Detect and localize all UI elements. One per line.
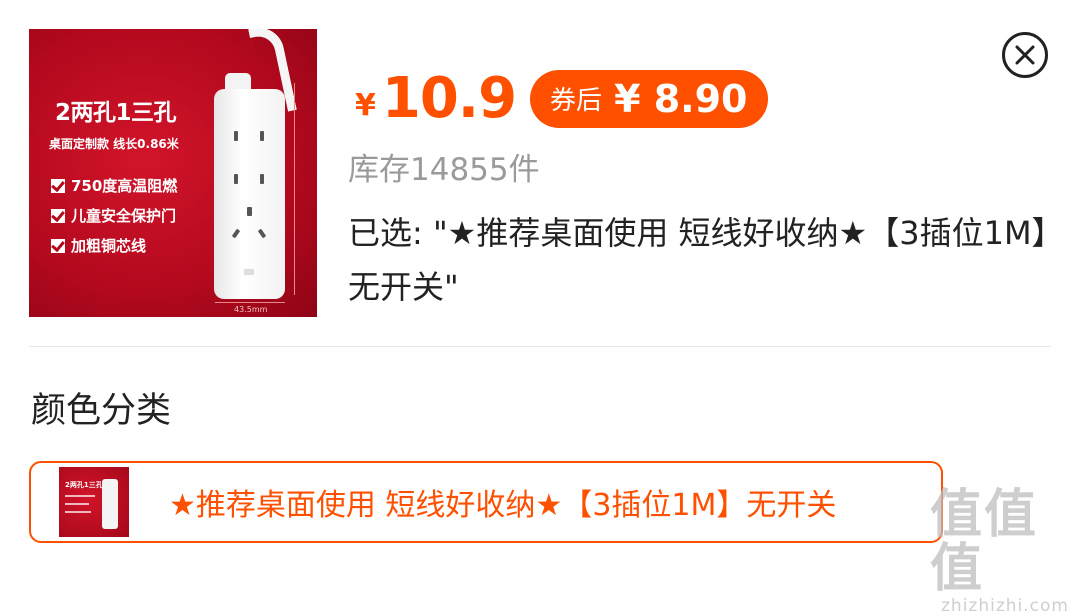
coupon-price: ¥ 8.90 xyxy=(614,76,748,121)
product-image[interactable]: 2两孔1三孔 桌面定制款 线长0.86米 750度高温阻燃 儿童安全保护门 加粗… xyxy=(29,29,317,317)
price: 10.9 xyxy=(381,66,517,131)
product-image-feature: 750度高温阻燃 xyxy=(51,175,177,196)
divider xyxy=(29,346,1051,347)
close-icon xyxy=(1015,45,1035,65)
product-image-feature: 儿童安全保护门 xyxy=(51,205,176,226)
watermark-domain: zhizhizhi.com xyxy=(941,596,1069,616)
product-image-subtitle: 桌面定制款 线长0.86米 xyxy=(49,137,179,151)
currency-symbol: ¥ xyxy=(355,88,376,123)
variant-thumbnail-title: 2两孔1三孔 xyxy=(65,481,103,489)
power-strip xyxy=(214,89,285,299)
check-icon xyxy=(51,238,65,253)
variant-thumbnail: 2两孔1三孔 xyxy=(59,467,129,537)
price-row: ¥ 10.9 券后 ¥ 8.90 xyxy=(355,66,768,131)
selected-variant-text: 已选: "★推荐桌面使用 短线好收纳★【3插位1M】无开关" xyxy=(348,214,1048,306)
check-icon xyxy=(51,178,65,193)
product-image-feature: 加粗铜芯线 xyxy=(51,235,146,256)
variant-option-selected[interactable]: 2两孔1三孔 ★推荐桌面使用 短线好收纳★【3插位1M】无开关 xyxy=(29,461,943,543)
stock-count: 库存14855件 xyxy=(348,152,540,188)
watermark-logo: 值值值 xyxy=(930,485,1039,599)
check-icon xyxy=(51,208,65,223)
dimension-line xyxy=(294,83,295,295)
section-title: 颜色分类 xyxy=(31,391,172,431)
coupon-label: 券后 xyxy=(550,86,603,116)
dimension-line xyxy=(215,302,285,303)
close-button[interactable] xyxy=(1002,32,1048,78)
dimension-label: 43.5mm xyxy=(234,305,268,314)
watermark: 值值值 zhizhizhi.com xyxy=(930,488,1080,616)
coupon-price-badge: 券后 ¥ 8.90 xyxy=(530,69,768,128)
product-image-title: 2两孔1三孔 xyxy=(55,100,177,126)
variant-option-label: ★推荐桌面使用 短线好收纳★【3插位1M】无开关 xyxy=(169,488,837,523)
